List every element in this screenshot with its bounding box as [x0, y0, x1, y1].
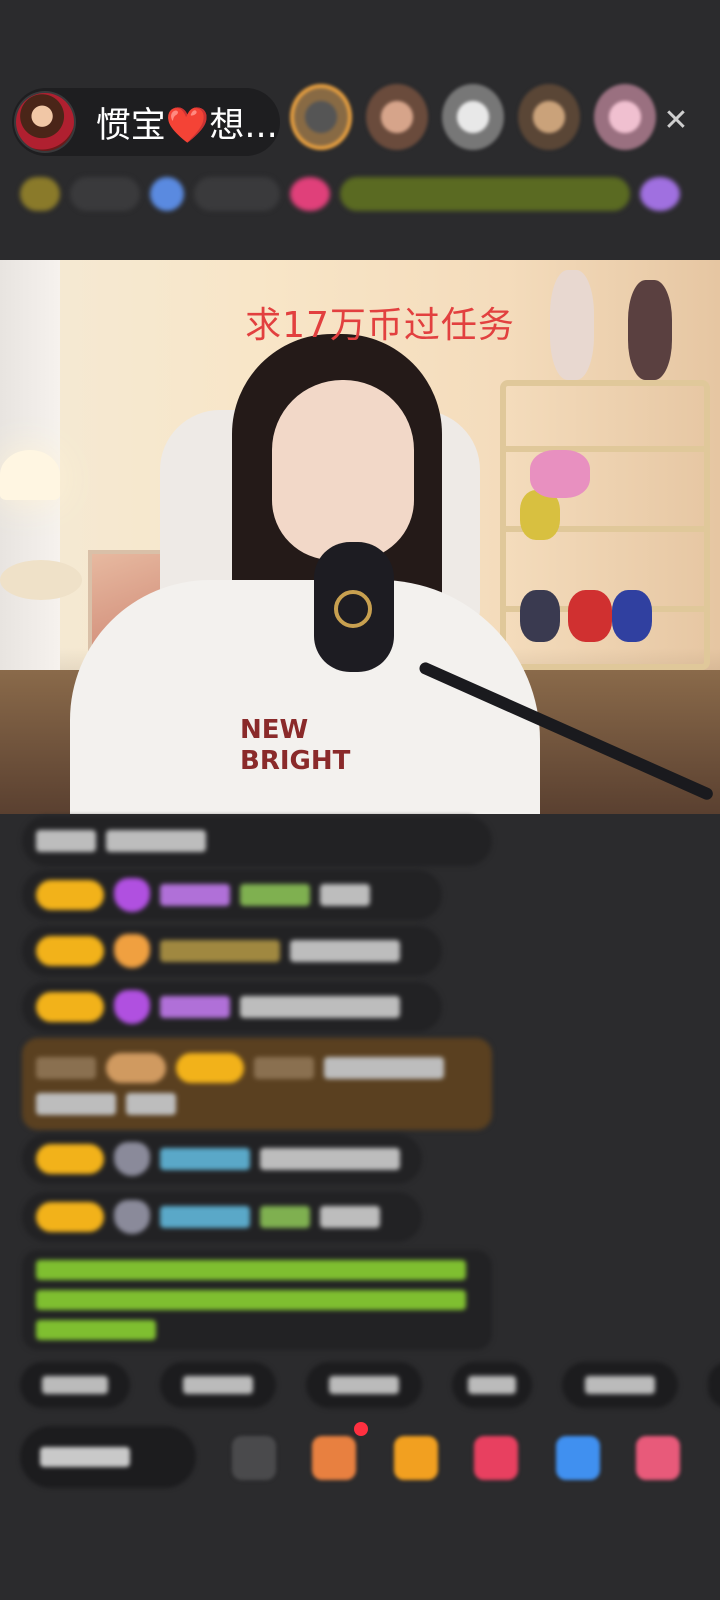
gift-box-icon[interactable] — [312, 1436, 356, 1480]
live-video[interactable]: NEW BRIGHT 求17万币过任务 — [0, 260, 720, 814]
chat-message — [22, 1192, 422, 1242]
fan-badge-icon — [114, 990, 150, 1024]
fan-badge-icon — [114, 934, 150, 968]
treasure-icon[interactable] — [394, 1436, 438, 1480]
level-badge — [36, 992, 104, 1022]
notification-dot — [354, 1422, 368, 1436]
level-badge — [36, 880, 104, 910]
badge-chip[interactable] — [150, 177, 184, 211]
chat-message — [22, 816, 492, 866]
quick-reply-button[interactable] — [306, 1362, 422, 1408]
toy-figure — [568, 590, 612, 642]
badge-chip[interactable] — [290, 177, 330, 211]
streamer-face — [272, 380, 414, 560]
quick-reply-row — [20, 1362, 720, 1408]
game-icon[interactable] — [556, 1436, 600, 1480]
viewer-avatar[interactable] — [290, 84, 352, 150]
level-badge — [36, 936, 104, 966]
bottom-toolbar — [20, 1422, 720, 1492]
chat-message-highlight — [22, 1038, 492, 1130]
viewer-avatar[interactable] — [366, 84, 428, 150]
badge-chip[interactable] — [194, 177, 280, 211]
system-notice — [22, 1250, 492, 1350]
gift-icon[interactable] — [636, 1436, 680, 1480]
chat-input[interactable] — [20, 1426, 196, 1488]
badge-chip[interactable] — [640, 177, 680, 211]
host-info-pill[interactable]: 惯宝❤️想... — [12, 88, 280, 156]
quick-reply-button[interactable] — [20, 1362, 130, 1408]
streamer-body — [70, 580, 540, 814]
chat-message — [22, 870, 442, 920]
chat-message — [22, 1134, 422, 1184]
background-table — [0, 560, 82, 600]
mic-logo-icon — [334, 590, 372, 628]
toy-figure — [612, 590, 652, 642]
viewer-avatar[interactable] — [518, 84, 580, 150]
heart-gift-icon[interactable] — [474, 1436, 518, 1480]
quick-reply-button[interactable] — [452, 1362, 532, 1408]
fan-badge-icon — [114, 1142, 150, 1176]
toy-figure — [530, 450, 590, 498]
badge-chip[interactable] — [70, 177, 140, 211]
close-icon[interactable]: ✕ — [656, 100, 696, 140]
more-icon[interactable] — [232, 1436, 276, 1480]
shirt-print: NEW BRIGHT — [240, 715, 351, 777]
host-avatar[interactable] — [14, 91, 76, 153]
badge-chip[interactable] — [20, 177, 60, 211]
host-name: 惯宝❤️想... — [95, 105, 278, 146]
chat-message — [22, 926, 442, 976]
level-badge — [36, 1202, 104, 1232]
quick-reply-button[interactable] — [160, 1362, 276, 1408]
background-lamp — [0, 450, 60, 500]
top-viewers-list — [290, 84, 656, 150]
task-banner[interactable] — [340, 177, 630, 211]
chat-message — [22, 982, 442, 1032]
quick-reply-button[interactable] — [708, 1362, 720, 1408]
stream-overlay-text: 求17万币过任务 — [245, 305, 515, 346]
quick-reply-button[interactable] — [562, 1362, 678, 1408]
toy-figure — [520, 590, 560, 642]
viewer-avatar[interactable] — [594, 84, 656, 150]
fan-badge-icon — [114, 1200, 150, 1234]
room-badges-row — [20, 172, 700, 216]
level-badge — [36, 1144, 104, 1174]
fan-badge-icon — [114, 878, 150, 912]
viewer-avatar[interactable] — [442, 84, 504, 150]
